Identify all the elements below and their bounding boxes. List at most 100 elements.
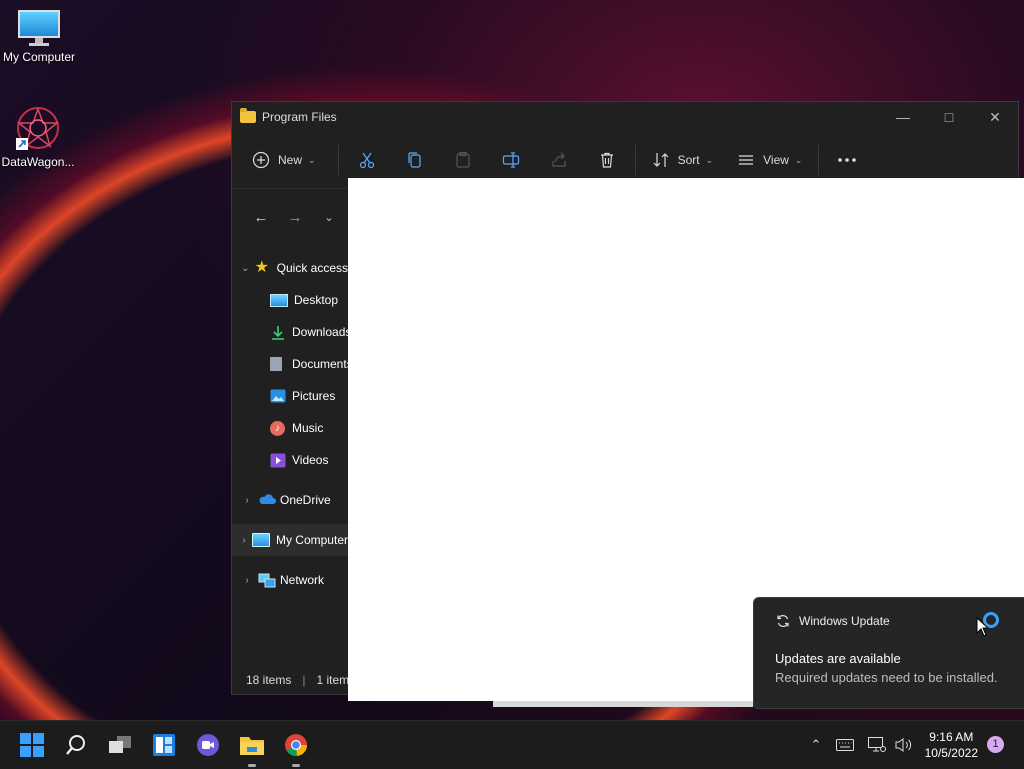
chrome-icon bbox=[285, 734, 308, 757]
item-count: 18 items bbox=[246, 673, 292, 687]
sidebar-item-videos[interactable]: Videos bbox=[232, 444, 348, 476]
sidebar-item-label: OneDrive bbox=[280, 493, 331, 507]
minimize-button[interactable]: — bbox=[880, 102, 926, 132]
rename-button[interactable] bbox=[493, 145, 529, 175]
chevron-right-icon: › bbox=[245, 574, 249, 586]
more-icon bbox=[838, 158, 857, 162]
new-label: New bbox=[278, 153, 303, 167]
running-indicator bbox=[292, 764, 300, 767]
scrollbar[interactable] bbox=[493, 701, 753, 707]
task-view-button[interactable] bbox=[104, 729, 136, 761]
desktop-icon-datawagon[interactable]: DataWagon... bbox=[0, 105, 76, 169]
more-options-button[interactable] bbox=[829, 145, 865, 175]
widgets-button[interactable] bbox=[148, 729, 180, 761]
app-shortcut-icon bbox=[15, 105, 61, 151]
clock[interactable]: 9:16 AM 10/5/2022 bbox=[925, 729, 978, 761]
scissors-icon bbox=[359, 152, 374, 169]
start-button[interactable] bbox=[16, 729, 48, 761]
chevron-right-icon: › bbox=[242, 534, 246, 546]
chevron-down-icon: ⌄ bbox=[241, 262, 250, 274]
clock-time: 9:16 AM bbox=[929, 730, 974, 744]
sidebar-item-music[interactable]: ♪ Music bbox=[232, 412, 348, 444]
notification-title: Updates are available bbox=[775, 651, 901, 666]
picture-icon bbox=[270, 389, 286, 403]
chevron-down-icon: ⌄ bbox=[308, 154, 316, 165]
windows-logo-icon bbox=[20, 733, 44, 757]
back-arrow-icon[interactable]: ← bbox=[244, 209, 278, 226]
running-indicator bbox=[248, 764, 256, 767]
share-icon bbox=[551, 152, 566, 167]
chat-camera-icon bbox=[197, 734, 219, 756]
window-title: Program Files bbox=[262, 110, 337, 124]
view-list-icon bbox=[739, 155, 754, 165]
delete-button[interactable] bbox=[589, 145, 625, 175]
file-explorer-taskbar-button[interactable] bbox=[236, 729, 268, 767]
notification-app-name: Windows Update bbox=[799, 614, 890, 628]
recent-locations-chevron-icon[interactable]: ⌄ bbox=[312, 211, 346, 224]
sidebar-item-label: Network bbox=[280, 573, 325, 587]
notification-message: Required updates need to be installed. bbox=[775, 670, 998, 685]
notification-toast[interactable]: Windows Update Updates are available Req… bbox=[753, 597, 1024, 709]
new-button[interactable]: New ⌄ bbox=[246, 145, 322, 175]
search-icon bbox=[66, 735, 85, 755]
video-icon bbox=[270, 453, 286, 468]
sidebar-item-label: My Computer bbox=[275, 533, 348, 547]
view-button[interactable]: View ⌄ bbox=[731, 145, 808, 175]
desktop-icon-label: DataWagon... bbox=[1, 155, 75, 169]
title-bar[interactable]: Program Files — □ ✕ bbox=[232, 102, 1018, 132]
sidebar-item-onedrive[interactable]: › OneDrive bbox=[232, 484, 348, 516]
sidebar-item-documents[interactable]: Documents bbox=[232, 348, 348, 380]
sidebar-item-my-computer[interactable]: › My Computer bbox=[232, 524, 348, 556]
sync-icon bbox=[777, 615, 789, 627]
sidebar-item-quick-access[interactable]: ⌄ ★ Quick access bbox=[232, 252, 348, 284]
chevron-right-icon: › bbox=[245, 494, 249, 506]
copy-button[interactable] bbox=[397, 145, 433, 175]
star-icon: ★ bbox=[254, 259, 269, 276]
volume-icon[interactable] bbox=[894, 737, 914, 753]
sort-icon bbox=[653, 153, 668, 167]
clock-date: 10/5/2022 bbox=[924, 746, 978, 760]
desktop-icon-label: My Computer bbox=[2, 50, 76, 64]
sort-button[interactable]: Sort ⌄ bbox=[646, 145, 720, 175]
sidebar-item-label: Videos bbox=[292, 453, 329, 467]
selected-count: 1 item bbox=[316, 673, 350, 687]
network-icon bbox=[258, 573, 276, 588]
sidebar-item-pictures[interactable]: Pictures bbox=[232, 380, 348, 412]
cut-button[interactable] bbox=[349, 145, 385, 175]
rename-icon bbox=[502, 152, 519, 168]
navigation-pane: ⌄ ★ Quick access Desktop Downloads Docum… bbox=[232, 252, 348, 596]
chrome-button[interactable] bbox=[280, 729, 312, 767]
forward-arrow-icon[interactable]: → bbox=[278, 209, 312, 226]
folder-icon bbox=[240, 737, 264, 755]
status-bar: 18 items | 1 item bbox=[246, 673, 350, 687]
sidebar-item-label: Documents bbox=[292, 357, 348, 371]
network-status-icon[interactable] bbox=[868, 737, 886, 753]
share-button[interactable] bbox=[541, 145, 577, 175]
view-label: View bbox=[763, 153, 789, 167]
search-button[interactable] bbox=[60, 729, 92, 761]
notification-count-badge[interactable]: 1 bbox=[987, 736, 1004, 753]
paste-button[interactable] bbox=[445, 145, 481, 175]
sidebar-item-label: Desktop bbox=[294, 293, 339, 307]
sidebar-item-label: Quick access bbox=[276, 261, 348, 275]
sidebar-item-network[interactable]: › Network bbox=[232, 564, 348, 596]
chat-button[interactable] bbox=[192, 729, 224, 761]
sidebar-item-desktop[interactable]: Desktop bbox=[232, 284, 348, 316]
chevron-down-icon: ⌄ bbox=[794, 154, 803, 165]
copy-icon bbox=[407, 152, 421, 168]
plus-circle-icon bbox=[252, 151, 270, 169]
sort-label: Sort bbox=[677, 153, 700, 167]
keyboard-icon[interactable] bbox=[836, 739, 854, 751]
cloud-icon bbox=[258, 493, 276, 507]
chevron-up-icon[interactable]: ⌃ bbox=[806, 737, 826, 753]
sidebar-item-label: Downloads bbox=[292, 325, 348, 339]
paste-icon bbox=[455, 151, 470, 168]
sidebar-item-downloads[interactable]: Downloads bbox=[232, 316, 348, 348]
maximize-button[interactable]: □ bbox=[926, 102, 972, 132]
close-button[interactable]: ✕ bbox=[972, 102, 1018, 132]
folder-icon bbox=[240, 108, 256, 123]
desktop-icon-my-computer[interactable]: My Computer bbox=[1, 10, 77, 64]
mouse-cursor-icon bbox=[976, 617, 988, 637]
taskbar: ⌃ 9:16 AM 10/5/2022 1 bbox=[0, 720, 1024, 769]
sidebar-item-label: Music bbox=[292, 421, 324, 435]
